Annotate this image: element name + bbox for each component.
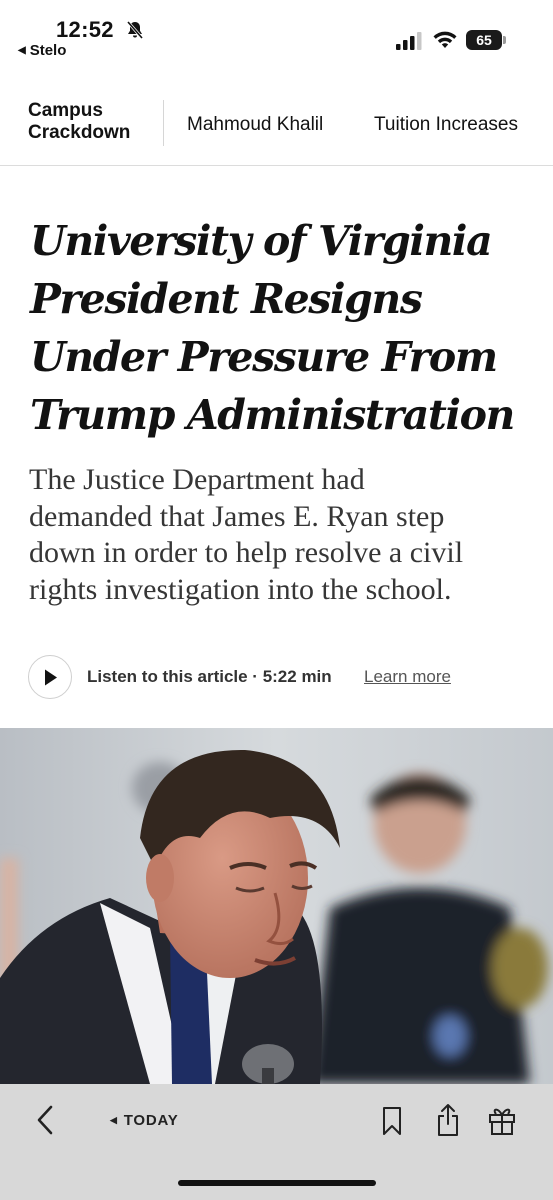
article-headline: University of Virginia President Resigns… xyxy=(30,212,530,444)
today-link[interactable]: ◀ TODAY xyxy=(110,1112,179,1129)
section-nav: Campus Crackdown Mahmoud Khalil Tuition … xyxy=(0,82,553,166)
share-icon[interactable] xyxy=(436,1103,460,1137)
back-app-label: Stelo xyxy=(29,42,67,59)
summary-line: down in order to help resolve a civil xyxy=(29,536,464,569)
headline-line: University of Virginia xyxy=(30,217,493,265)
section-brand-line1: Campus xyxy=(28,100,103,121)
status-bar: 12:52 ◀ Stelo 65 xyxy=(0,0,553,68)
headline-line: Under Pressure From xyxy=(30,333,498,381)
headline-line: Trump Administration xyxy=(30,391,515,439)
article-lead-photo[interactable] xyxy=(0,728,553,1084)
today-label: TODAY xyxy=(123,1112,179,1129)
nav-item-mahmoud-khalil[interactable]: Mahmoud Khalil xyxy=(187,114,323,136)
bottom-toolbar: ◀ TODAY xyxy=(0,1084,553,1200)
summary-line: demanded that James E. Ryan step xyxy=(29,499,445,533)
summary-line: The Justice Department had xyxy=(29,463,365,496)
learn-more-link[interactable]: Learn more xyxy=(364,667,451,687)
back-to-app-link[interactable]: ◀ Stelo xyxy=(18,42,66,59)
status-time: 12:52 xyxy=(56,17,114,42)
section-brand[interactable]: Campus Crackdown xyxy=(28,100,130,144)
back-chevron-icon[interactable] xyxy=(34,1104,56,1136)
play-audio-button[interactable] xyxy=(28,655,72,699)
headline-line: President Resigns xyxy=(30,275,423,323)
wifi-icon xyxy=(433,31,457,48)
back-triangle-icon: ◀ xyxy=(18,45,26,56)
home-indicator[interactable] xyxy=(178,1180,376,1186)
bell-slash-icon xyxy=(126,21,144,39)
section-brand-line2: Crackdown xyxy=(28,122,131,143)
article-summary: The Justice Department had demanded that… xyxy=(29,462,529,608)
battery-indicator: 65 xyxy=(466,30,506,50)
battery-level: 65 xyxy=(466,30,502,50)
play-icon xyxy=(45,669,57,686)
bookmark-icon[interactable] xyxy=(381,1106,403,1136)
cellular-signal-icon xyxy=(396,32,422,50)
lead-photo-illustration xyxy=(0,728,553,1084)
battery-cap xyxy=(503,36,506,44)
nav-divider xyxy=(163,100,164,146)
listen-row: Listen to this article · 5:22 min Learn … xyxy=(28,655,528,699)
today-triangle-icon: ◀ xyxy=(110,1115,118,1125)
gift-icon[interactable] xyxy=(488,1105,516,1135)
nav-item-tuition-increases[interactable]: Tuition Increases xyxy=(374,114,518,136)
listen-label[interactable]: Listen to this article · 5:22 min xyxy=(87,667,332,687)
summary-line: rights investigation into the school. xyxy=(29,572,452,606)
